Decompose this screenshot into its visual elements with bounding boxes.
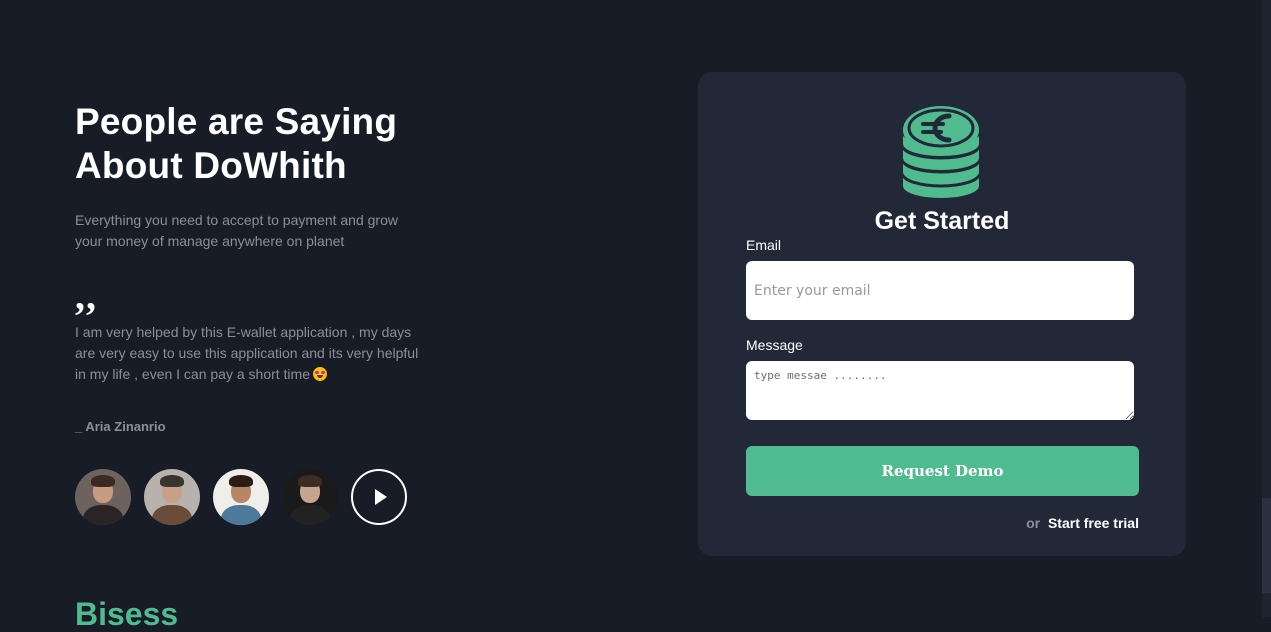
avatar[interactable] — [213, 469, 269, 525]
testimonial-author: _ Aria Zinanrio — [75, 419, 166, 434]
heading-line-2: About DoWhith — [75, 145, 347, 186]
email-field[interactable] — [746, 261, 1134, 320]
testimonials-section: People are Saying About DoWhith Everythi… — [75, 100, 435, 525]
request-demo-button[interactable]: Request Demo — [746, 446, 1139, 496]
or-text: or — [1026, 515, 1041, 531]
testimonial-quote: I am very helped by this E-wallet applic… — [75, 324, 419, 382]
message-field[interactable] — [746, 361, 1134, 420]
euro-coin-stack-icon — [901, 106, 981, 198]
play-video-button[interactable] — [351, 469, 407, 525]
scrollbar-thumb[interactable] — [1262, 498, 1271, 593]
section-heading: People are Saying About DoWhith — [75, 100, 435, 188]
page: People are Saying About DoWhith Everythi… — [0, 0, 1262, 630]
free-trial-row: or Start free trial — [1026, 515, 1139, 531]
avatar[interactable] — [75, 469, 131, 525]
message-label: Message — [746, 337, 803, 353]
quote-mark-icon: ,, — [75, 273, 97, 318]
avatar-row — [75, 469, 407, 525]
play-icon — [375, 489, 387, 505]
testimonial-text: I am very helped by this E-wallet applic… — [75, 322, 420, 385]
heading-line-1: People are Saying — [75, 101, 398, 142]
avatar[interactable] — [282, 469, 338, 525]
card-title: Get Started — [874, 207, 1010, 235]
email-label: Email — [746, 237, 782, 253]
next-section-title: Bisess — [75, 596, 179, 632]
star-struck-emoji-icon — [313, 367, 327, 381]
section-subtitle: Everything you need to accept to payment… — [75, 212, 398, 249]
start-free-trial-link[interactable]: Start free trial — [1048, 515, 1139, 531]
avatar[interactable] — [144, 469, 200, 525]
get-started-card: Get Started Email Message Request Demo o… — [698, 72, 1186, 556]
